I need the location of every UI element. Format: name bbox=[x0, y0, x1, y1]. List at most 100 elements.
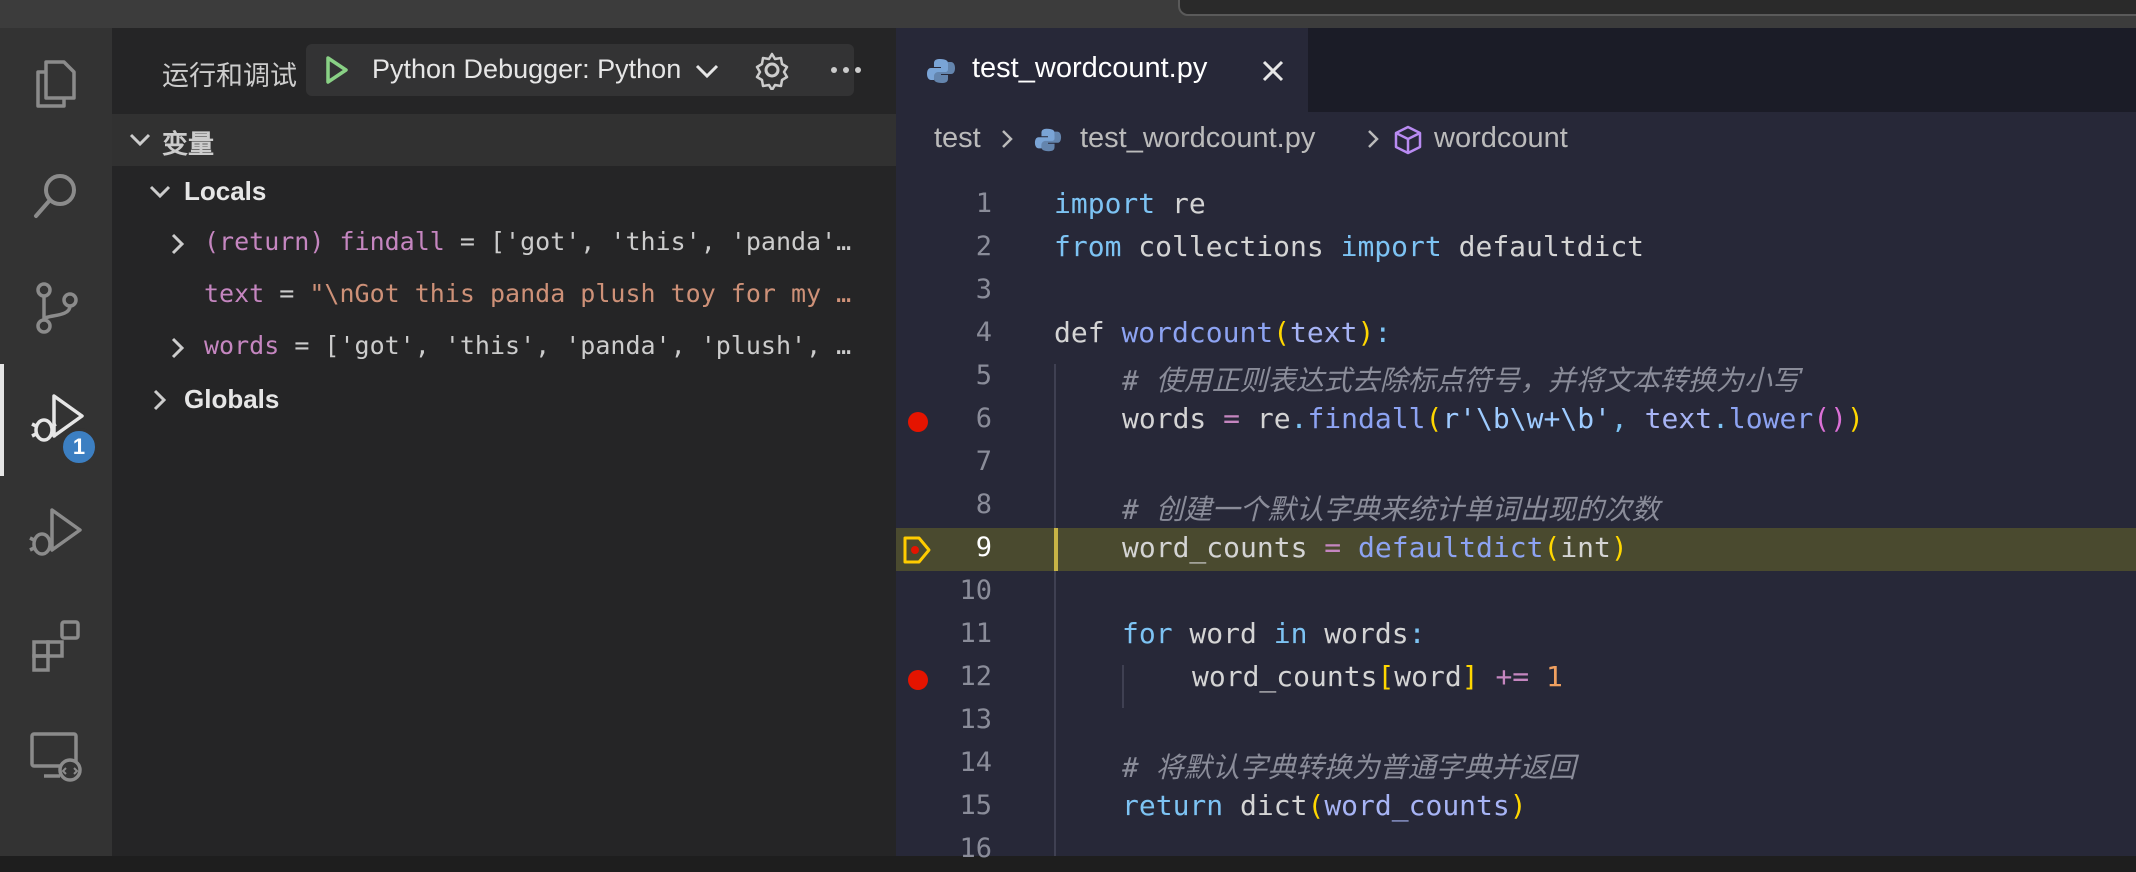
variable-entry: (return) findall = ['got', 'this', 'pand… bbox=[204, 227, 884, 256]
line-number: 15 bbox=[959, 790, 992, 821]
chevron-right-icon[interactable] bbox=[164, 230, 192, 258]
explorer-icon[interactable] bbox=[0, 28, 112, 140]
code-line[interactable]: 16 bbox=[896, 829, 2136, 872]
line-number: 7 bbox=[975, 446, 992, 477]
breadcrumb-item[interactable]: wordcount bbox=[1434, 122, 1568, 155]
token: defaultdict bbox=[1441, 230, 1645, 263]
token: for bbox=[1122, 617, 1173, 650]
start-debugging-icon[interactable] bbox=[318, 52, 354, 88]
more-actions-icon[interactable] bbox=[826, 50, 866, 90]
variable-value: "\nGot this panda plush toy for my … bbox=[309, 279, 852, 308]
extensions-icon[interactable] bbox=[0, 588, 112, 700]
code-line[interactable]: 13 bbox=[896, 700, 2136, 743]
close-icon[interactable] bbox=[1258, 56, 1288, 86]
editor-tabs: test_wordcount.py bbox=[896, 28, 2136, 112]
code-text: for word in words: bbox=[1122, 617, 1425, 650]
code-line[interactable]: 4 def wordcount(text): bbox=[896, 313, 2136, 356]
variable-row[interactable]: words = ['got', 'this', 'panda', 'plush'… bbox=[112, 322, 896, 374]
token: import bbox=[1340, 230, 1442, 263]
code-line[interactable]: 12 word_counts[word] += 1 bbox=[896, 657, 2136, 700]
token: ) bbox=[1357, 316, 1375, 349]
token: defaultdict bbox=[1358, 531, 1544, 564]
token: re bbox=[1155, 187, 1206, 220]
line-number: 9 bbox=[975, 532, 992, 563]
code-line[interactable]: 2 from collections import defaultdict bbox=[896, 227, 2136, 270]
code-line[interactable]: 11 for word in words: bbox=[896, 614, 2136, 657]
token: wordcount bbox=[1121, 316, 1274, 349]
gear-icon[interactable] bbox=[752, 50, 792, 90]
token: ( bbox=[1273, 316, 1291, 349]
token: : bbox=[1374, 316, 1392, 349]
chevron-right-icon bbox=[1368, 130, 1379, 148]
token: word_counts bbox=[1324, 789, 1510, 822]
line-number: 6 bbox=[975, 403, 992, 434]
line-number: 5 bbox=[975, 360, 992, 391]
token: += bbox=[1478, 660, 1547, 693]
line-number: 11 bbox=[959, 618, 992, 649]
code-line[interactable]: 8 # 创建一个默认字典来统计单词出现的次数 bbox=[896, 485, 2136, 528]
code-text: from collections import defaultdict bbox=[1054, 230, 1644, 263]
token: return bbox=[1122, 789, 1224, 822]
token: = bbox=[1307, 531, 1359, 564]
python-file-icon bbox=[1034, 128, 1062, 152]
token: ) bbox=[1610, 531, 1628, 564]
comment: # 将默认字典转换为普通字典并返回 bbox=[1122, 751, 1576, 784]
tab-test-wordcount[interactable]: test_wordcount.py bbox=[896, 28, 1308, 112]
tree-item-locals[interactable]: Locals bbox=[112, 166, 896, 218]
code-line[interactable]: 7 bbox=[896, 442, 2136, 485]
command-center[interactable] bbox=[1178, 0, 2136, 16]
sidebar-header: 运行和调试 Python Debugger: Python bbox=[112, 28, 896, 112]
line-number: 4 bbox=[975, 317, 992, 348]
token: [ bbox=[1377, 660, 1395, 693]
token: ( bbox=[1425, 402, 1443, 435]
code-line[interactable]: 6 words = re.findall(r'\b\w+\b', text.lo… bbox=[896, 399, 2136, 442]
variable-row[interactable]: (return) findall = ['got', 'this', 'pand… bbox=[112, 218, 896, 270]
comment: # 使用正则表达式去除标点符号，并将文本转换为小写 bbox=[1122, 364, 1800, 397]
remote-explorer-icon[interactable] bbox=[0, 700, 112, 812]
token: ) bbox=[1509, 789, 1527, 822]
token: () bbox=[1813, 402, 1847, 435]
run-debug-icon[interactable]: 1 bbox=[0, 364, 112, 476]
token: text bbox=[1290, 316, 1358, 349]
variables-section-header[interactable]: 变量 bbox=[112, 114, 896, 166]
token: in bbox=[1273, 617, 1308, 650]
token: lower bbox=[1728, 402, 1814, 435]
token: = bbox=[1206, 402, 1257, 435]
code-line[interactable]: 14 # 将默认字典转换为普通字典并返回 bbox=[896, 743, 2136, 786]
tree-item-label: Locals bbox=[184, 176, 267, 206]
debug-sidebar: 运行和调试 Python Debugger: Python 变量 Locals … bbox=[112, 28, 896, 856]
token: words bbox=[1307, 617, 1409, 650]
run-icon[interactable] bbox=[0, 476, 112, 588]
code-line[interactable]: 1 import re bbox=[896, 184, 2136, 227]
code-line[interactable]: 3 bbox=[896, 270, 2136, 313]
current-line[interactable]: 9 word_counts = defaultdict(int) bbox=[896, 528, 2136, 571]
variable-name: words bbox=[204, 331, 280, 360]
code-text: def wordcount(text): bbox=[1054, 316, 1391, 349]
cube-icon bbox=[1394, 125, 1422, 155]
chevron-down-icon bbox=[149, 185, 171, 199]
breadcrumb-item[interactable]: test_wordcount.py bbox=[1080, 122, 1315, 155]
token: int bbox=[1560, 531, 1611, 564]
tree-item-globals[interactable]: Globals bbox=[112, 374, 896, 426]
token: ] bbox=[1461, 660, 1479, 693]
token: word bbox=[1394, 660, 1462, 693]
token: def bbox=[1054, 316, 1122, 349]
chevron-right-icon[interactable] bbox=[164, 334, 192, 362]
breadcrumb-item[interactable]: test bbox=[934, 122, 981, 155]
search-icon[interactable] bbox=[0, 140, 112, 252]
token: findall bbox=[1307, 402, 1426, 435]
python-file-icon bbox=[927, 59, 955, 83]
activity-bar: 1 bbox=[0, 28, 112, 856]
token: ) bbox=[1846, 402, 1864, 435]
code-line[interactable]: 5 # 使用正则表达式去除标点符号，并将文本转换为小写 bbox=[896, 356, 2136, 399]
token: . bbox=[1712, 402, 1729, 435]
debug-badge: 1 bbox=[60, 428, 98, 466]
token: 1 bbox=[1546, 660, 1563, 693]
variable-equals: = bbox=[279, 331, 325, 360]
token: ( bbox=[1543, 531, 1561, 564]
code-line[interactable]: 10 bbox=[896, 571, 2136, 614]
variable-row[interactable]: text = "\nGot this panda plush toy for m… bbox=[112, 270, 896, 322]
code-line[interactable]: 15 return dict(word_counts) bbox=[896, 786, 2136, 829]
sidebar-title: 运行和调试 bbox=[162, 61, 297, 91]
source-control-icon[interactable] bbox=[0, 252, 112, 364]
